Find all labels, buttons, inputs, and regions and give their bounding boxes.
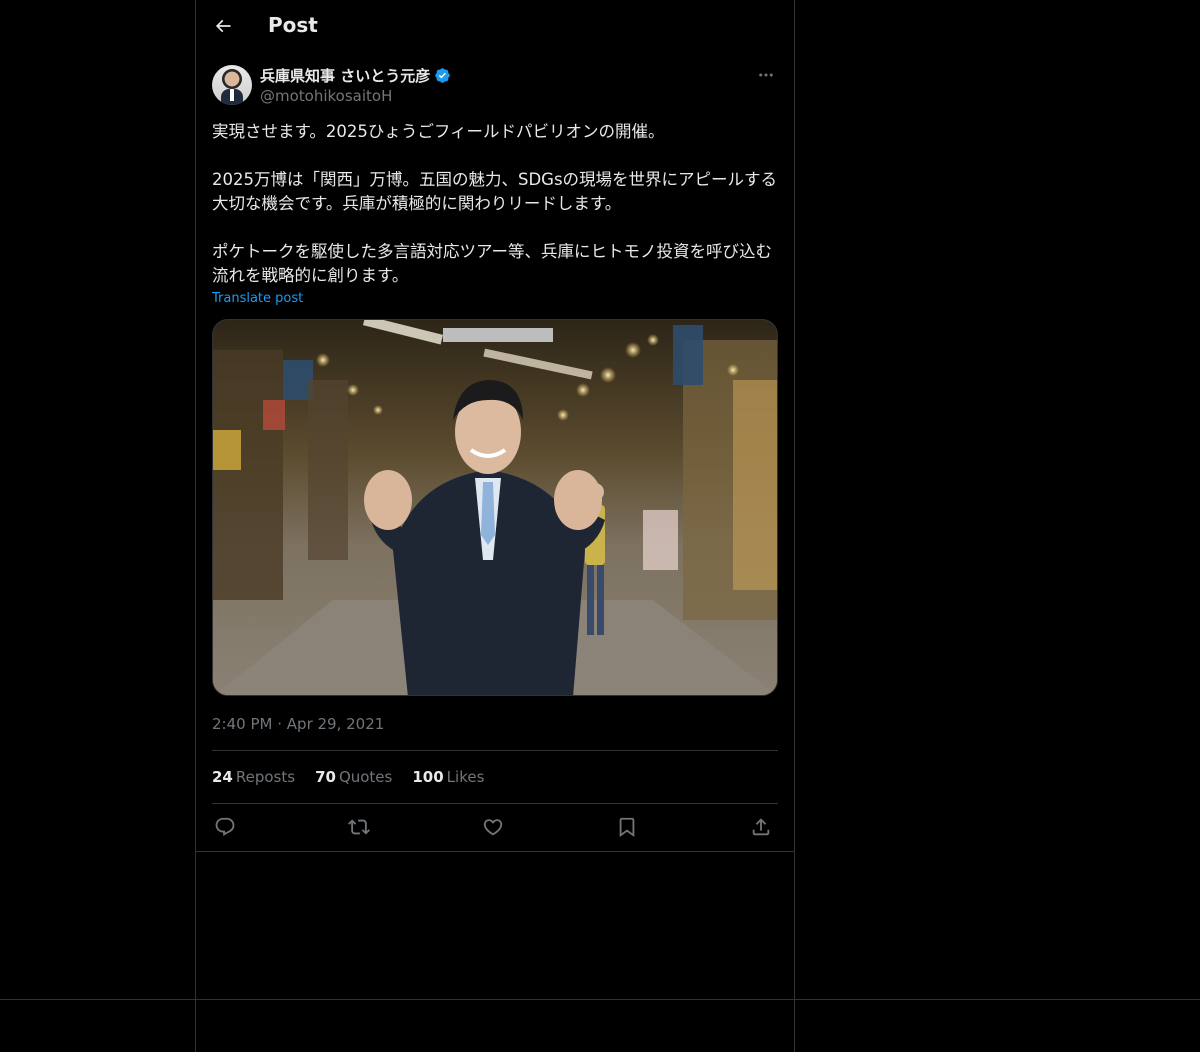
avatar[interactable] [212,65,252,105]
post-photo [213,320,777,695]
post-date: Apr 29, 2021 [286,715,385,733]
translate-post-link[interactable]: Translate post [212,291,303,306]
author-display-name: 兵庫県知事 さいとう元彦 [260,67,431,85]
quotes-stat[interactable]: 70 Quotes [315,768,392,786]
post-stats: 24 Reposts 70 Quotes 100 Likes [212,768,484,786]
quotes-label: Quotes [338,768,393,786]
reposts-stat[interactable]: 24 Reposts [212,768,295,786]
author-handle[interactable]: @motohikosaitoH [260,87,392,105]
post-paragraph: ポケトークを駆使した多言語対応ツアー等、兵庫にヒトモノ投資を呼び込む流れを戦略的… [212,242,773,285]
page: Post 兵庫県知事 さいとう元彦 @motohikosaitoH 実現させます… [0,0,1200,1052]
post-text: 実現させます。2025ひょうごフィールドパビリオンの開催。 2025万博は「関西… [212,120,778,288]
likes-label: Likes [446,768,485,786]
repost-button[interactable] [346,814,372,840]
primary-column: Post 兵庫県知事 さいとう元彦 @motohikosaitoH 実現させます… [195,0,795,1052]
divider [212,803,778,804]
page-title: Post [268,13,318,37]
likes-stat[interactable]: 100 Likes [412,768,484,786]
post-timestamp[interactable]: 2:40 PM · Apr 29, 2021 [212,715,384,733]
divider [212,750,778,751]
bookmark-button[interactable] [614,814,640,840]
heart-icon [483,819,503,836]
post-time: 2:40 PM [212,715,273,733]
divider [196,851,794,852]
post-image[interactable] [212,319,778,696]
arrow-left-icon [215,19,231,33]
action-bar [212,814,778,840]
reply-button[interactable] [212,814,238,840]
post-paragraph: 実現させます。2025ひょうごフィールドパビリオンの開催。 [212,122,665,141]
like-button[interactable] [480,814,506,840]
timestamp-separator: · [277,715,283,733]
reposts-label: Reposts [235,768,296,786]
more-options-button[interactable] [754,66,778,84]
reposts-count: 24 [212,768,233,786]
bottom-divider [0,999,1200,1000]
share-icon [752,818,770,836]
bookmark-icon [619,817,635,838]
verified-badge-icon [435,68,450,83]
repost-icon [348,819,370,835]
post-paragraph: 2025万博は「関西」万博。五国の魅力、SDGsの現場を世界にアピールする大切な… [212,170,778,213]
share-button[interactable] [748,814,774,840]
reply-icon [215,817,235,836]
quotes-count: 70 [315,768,336,786]
back-button[interactable] [212,15,234,37]
top-bar: Post [196,0,794,53]
more-horizontal-icon [759,73,773,77]
author-name[interactable]: 兵庫県知事 さいとう元彦 [260,65,451,86]
likes-count: 100 [412,768,444,786]
